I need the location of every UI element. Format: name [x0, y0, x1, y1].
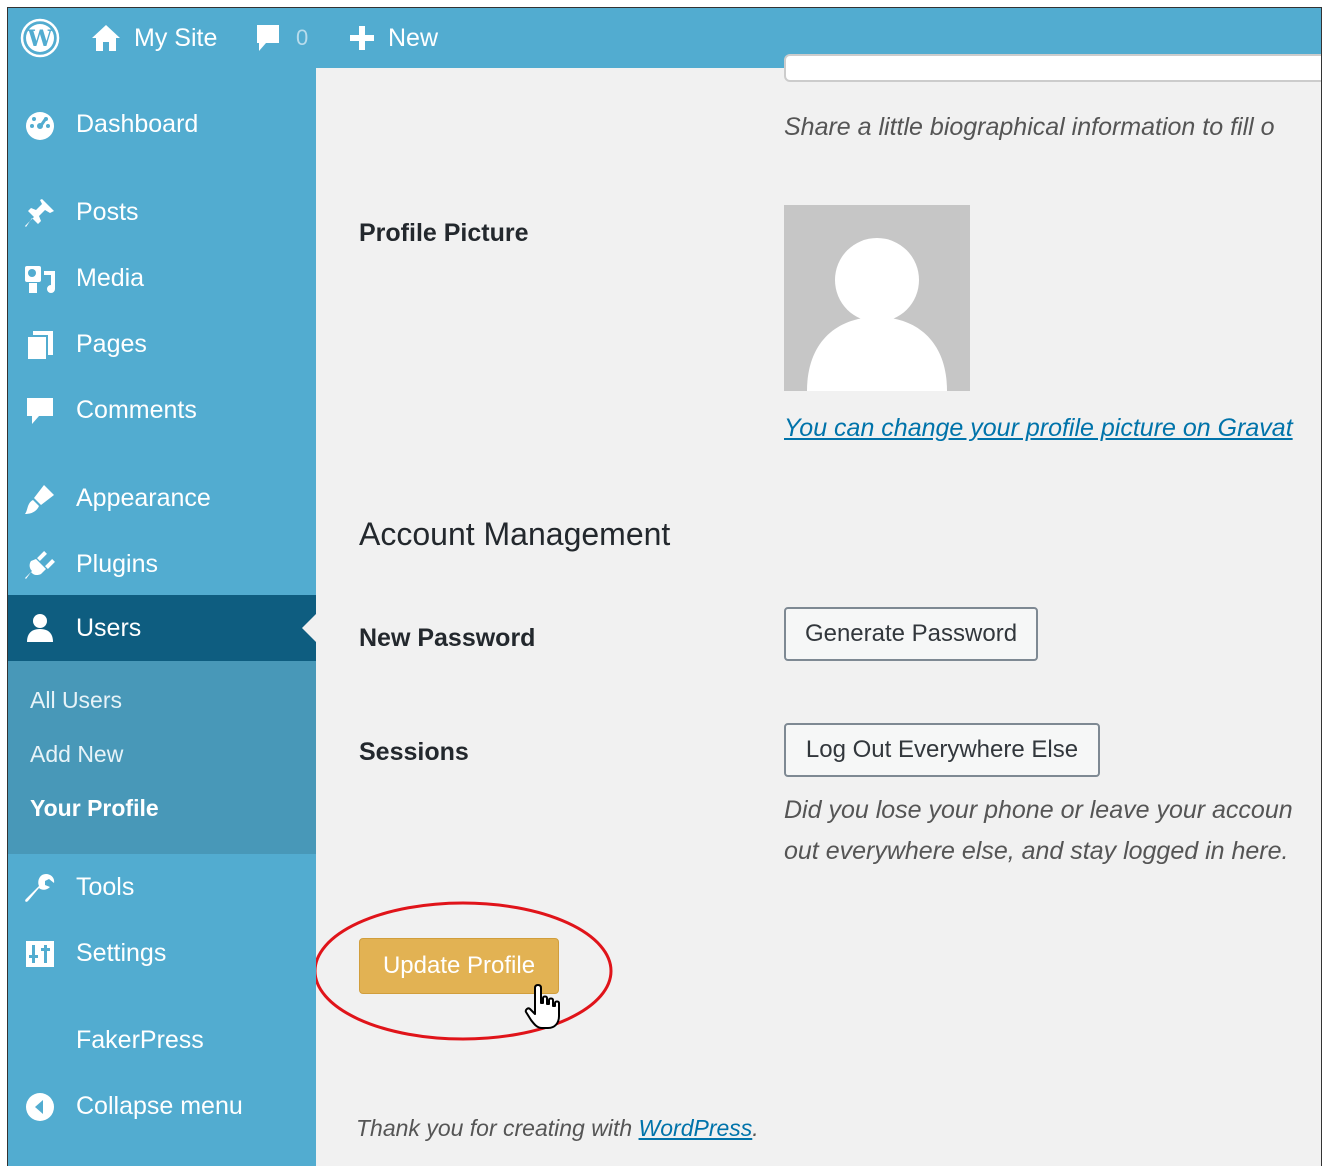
sidebar-item-label: FakerPress — [76, 1025, 204, 1054]
sidebar-item-users[interactable]: Users — [8, 595, 316, 661]
my-site-link[interactable]: My Site — [90, 8, 217, 68]
sidebar-item-settings[interactable]: Settings — [8, 923, 316, 983]
settings-icon — [26, 941, 54, 967]
sidebar-item-label: Comments — [76, 395, 197, 424]
user-icon — [27, 614, 53, 642]
active-indicator — [302, 614, 316, 642]
comment-count: 0 — [296, 25, 309, 50]
wordpress-logo-button[interactable]: W — [20, 8, 60, 68]
users-submenu: All Users Add New Your Profile — [8, 661, 316, 854]
sidebar-item-label: Settings — [76, 938, 167, 967]
sidebar-item-fakerpress[interactable]: FakerPress — [8, 1010, 316, 1070]
sidebar-item-dashboard[interactable]: Dashboard — [8, 94, 316, 154]
comments-link[interactable]: 0 — [254, 8, 308, 68]
site-name: My Site — [134, 23, 218, 52]
sessions-description-line1: Did you lose your phone or leave your ac… — [784, 796, 1293, 824]
default-avatar-icon — [807, 238, 947, 391]
highlight-circle — [316, 901, 613, 1041]
wp-admin-window: W My Site 0 New Dashboard Posts Media Pa… — [7, 7, 1322, 1166]
gravatar-link-text[interactable]: You can change your profile picture on G… — [784, 414, 1293, 442]
wordpress-logo-icon: W — [20, 18, 60, 58]
sidebar-item-label: Pages — [76, 329, 147, 358]
sidebar-item-plugins[interactable]: Plugins — [8, 534, 316, 594]
wrench-icon — [25, 874, 55, 902]
bio-textarea[interactable] — [784, 54, 1321, 82]
admin-sidebar: Dashboard Posts Media Pages Comments App… — [8, 68, 316, 1166]
profile-content: Share a little biographical information … — [316, 54, 1321, 1166]
plugin-icon — [25, 551, 55, 579]
brush-icon — [25, 485, 54, 514]
sidebar-item-label: Posts — [76, 197, 139, 226]
submenu-add-new[interactable]: Add New — [30, 741, 123, 768]
sidebar-item-label: Tools — [76, 872, 135, 901]
account-management-heading: Account Management — [359, 516, 671, 552]
sidebar-item-media[interactable]: Media — [8, 248, 316, 308]
comment-icon — [27, 398, 53, 424]
sidebar-item-pages[interactable]: Pages — [8, 314, 316, 374]
sessions-label: Sessions — [359, 738, 469, 766]
sidebar-item-label: Dashboard — [76, 109, 199, 138]
media-icon — [25, 266, 55, 293]
pin-icon — [25, 199, 54, 227]
hand-cursor-icon — [524, 984, 560, 1029]
log-out-everywhere-button[interactable]: Log Out Everywhere Else — [784, 723, 1100, 777]
sidebar-item-label: Collapse menu — [76, 1091, 243, 1120]
submenu-all-users[interactable]: All Users — [30, 687, 122, 714]
footer-text: Thank you for creating with WordPress. — [356, 1115, 759, 1142]
sidebar-item-label: Media — [76, 263, 145, 292]
new-password-label: New Password — [359, 624, 536, 652]
sidebar-item-label: Users — [76, 613, 142, 642]
sidebar-item-label: Plugins — [76, 549, 158, 578]
generate-password-button[interactable]: Generate Password — [784, 607, 1038, 661]
comment-bubble-icon — [257, 25, 279, 51]
avatar — [784, 205, 970, 391]
sidebar-item-appearance[interactable]: Appearance — [8, 468, 316, 528]
sidebar-item-posts[interactable]: Posts — [8, 182, 316, 242]
collapse-menu-button[interactable]: Collapse menu — [8, 1076, 316, 1136]
dashboard-icon — [26, 112, 54, 140]
profile-picture-label: Profile Picture — [359, 219, 529, 247]
wordpress-link[interactable]: WordPress — [639, 1115, 753, 1141]
sidebar-item-label: Appearance — [76, 483, 211, 512]
footer-suffix: . — [752, 1115, 759, 1141]
footer-message: Thank you for creating with — [356, 1115, 639, 1141]
new-content-link[interactable]: New — [348, 8, 438, 68]
collapse-icon — [26, 1093, 54, 1121]
pages-icon — [26, 331, 53, 361]
bio-description: Share a little biographical information … — [784, 113, 1275, 141]
sidebar-item-tools[interactable]: Tools — [8, 857, 316, 917]
svg-text:W: W — [27, 26, 53, 52]
home-icon — [92, 25, 120, 51]
new-label: New — [388, 23, 439, 52]
submenu-your-profile[interactable]: Your Profile — [30, 795, 159, 822]
sidebar-item-comments[interactable]: Comments — [8, 380, 316, 440]
sessions-description-line2: out everywhere else, and stay logged in … — [784, 837, 1289, 865]
gravatar-link[interactable]: You can change your profile picture on G… — [784, 414, 1293, 443]
plus-icon — [350, 26, 374, 50]
